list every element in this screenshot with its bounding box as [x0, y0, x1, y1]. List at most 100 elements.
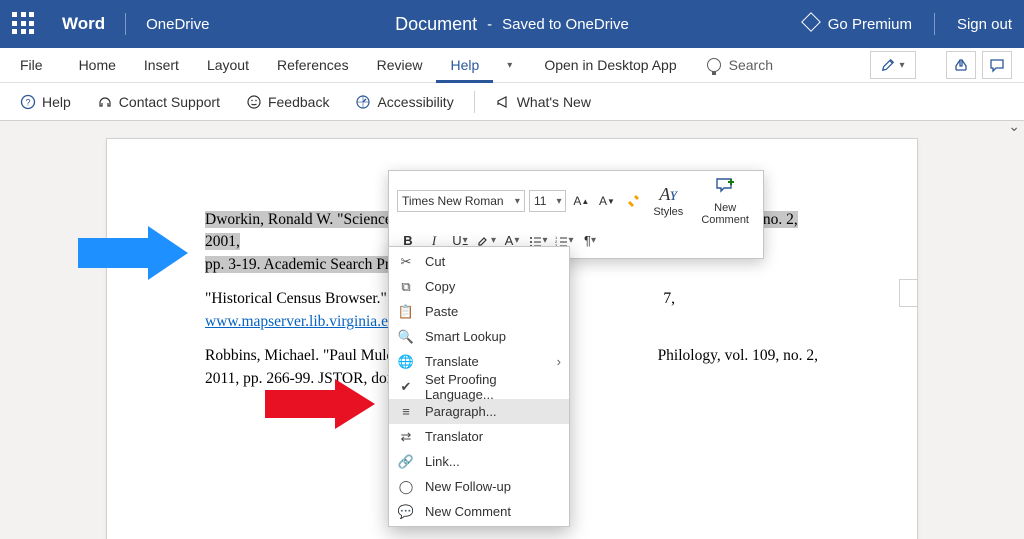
followup-icon: ◯	[397, 479, 415, 495]
p3-text-a: Robbins, Michael. "Paul Muldoo	[205, 347, 410, 364]
title-bar: Word OneDrive Document - Saved to OneDri…	[0, 0, 1024, 48]
format-painter-button[interactable]	[622, 190, 644, 212]
shrink-font-button[interactable]: A▼	[596, 190, 618, 212]
tab-home[interactable]: Home	[65, 48, 130, 83]
smiley-icon	[246, 94, 262, 110]
storage-location[interactable]: OneDrive	[136, 16, 219, 33]
tab-file[interactable]: File	[6, 48, 57, 83]
feedback-label: Feedback	[268, 94, 329, 110]
share-icon	[953, 57, 969, 73]
diamond-icon	[801, 12, 821, 32]
styles-label: Styles	[653, 206, 683, 218]
help-toolbar: ? Help Contact Support Feedback Accessib…	[0, 83, 1024, 121]
styles-icon: Aʏ	[659, 185, 677, 205]
paragraph-mark-button[interactable]: ¶▾	[579, 230, 601, 252]
scissors-icon: ✂	[397, 254, 415, 270]
ctx-translate[interactable]: 🌐 Translate ›	[389, 349, 569, 374]
ctx-smart-lookup[interactable]: 🔍 Smart Lookup	[389, 324, 569, 349]
ctx-followup[interactable]: ◯ New Follow-up	[389, 474, 569, 499]
sign-out-button[interactable]: Sign out	[957, 16, 1012, 33]
pencil-icon	[881, 58, 895, 72]
search-box[interactable]: Search	[695, 57, 785, 73]
headset-icon	[97, 94, 113, 110]
ctx-paragraph-label: Paragraph...	[425, 404, 561, 419]
ctx-followup-label: New Follow-up	[425, 479, 561, 494]
search-icon: 🔍	[397, 329, 415, 345]
tab-more-chevron[interactable]: ▾	[493, 48, 526, 83]
ribbon-tabs: File Home Insert Layout References Revie…	[0, 48, 1024, 83]
paragraph-icon: ≡	[397, 404, 415, 419]
divider	[934, 13, 935, 35]
editing-mode-button[interactable]: ▾	[870, 51, 916, 79]
ctx-paste[interactable]: 📋 Paste	[389, 299, 569, 324]
title-center: Document - Saved to OneDrive	[395, 14, 629, 35]
save-status: Saved to OneDrive	[502, 16, 629, 33]
grow-font-button[interactable]: A▲	[570, 190, 592, 212]
help-button[interactable]: ? Help	[10, 94, 81, 110]
tab-review[interactable]: Review	[363, 48, 437, 83]
ribbon-overflow-chevron[interactable]: ⌄	[1008, 118, 1020, 135]
styles-button[interactable]: Aʏ Styles	[647, 185, 689, 219]
contact-label: Contact Support	[119, 94, 220, 110]
comments-button[interactable]	[982, 51, 1012, 79]
document-name[interactable]: Document	[395, 14, 477, 35]
ctx-cut[interactable]: ✂ Cut	[389, 249, 569, 274]
comment-icon	[989, 57, 1005, 73]
page-nav-stub[interactable]	[899, 279, 917, 307]
app-launcher-icon[interactable]	[12, 12, 36, 36]
accessibility-icon	[355, 94, 371, 110]
contact-support-button[interactable]: Contact Support	[87, 94, 230, 110]
submenu-arrow-icon: ›	[557, 354, 561, 369]
go-premium-button[interactable]: Go Premium	[804, 15, 912, 33]
ctx-cut-label: Cut	[425, 254, 561, 269]
ctx-link-label: Link...	[425, 454, 561, 469]
translate-icon: 🌐	[397, 354, 415, 370]
new-comment-l2: Comment	[701, 214, 749, 226]
paintbrush-icon	[625, 193, 641, 209]
share-button[interactable]	[946, 51, 976, 79]
divider	[125, 13, 126, 35]
chevron-down-icon: ▾	[515, 196, 520, 207]
ctx-paragraph[interactable]: ≡ Paragraph...	[389, 399, 569, 424]
question-icon: ?	[20, 94, 36, 110]
font-family-value: Times New Roman	[402, 194, 504, 208]
search-label: Search	[729, 57, 773, 73]
font-family-select[interactable]: Times New Roman ▾	[397, 190, 525, 212]
ctx-translator[interactable]: ⇄ Translator	[389, 424, 569, 449]
p2-text-b: 7,	[663, 290, 675, 307]
bulb-icon	[707, 58, 721, 72]
tab-references[interactable]: References	[263, 48, 363, 83]
chevron-down-icon: ▾	[556, 196, 561, 207]
translator-icon: ⇄	[397, 429, 415, 445]
go-premium-label: Go Premium	[828, 16, 912, 33]
context-menu: ✂ Cut ⧉ Copy 📋 Paste 🔍 Smart Lookup 🌐 Tr…	[388, 246, 570, 527]
ctx-link[interactable]: 🔗 Link...	[389, 449, 569, 474]
accessibility-label: Accessibility	[377, 94, 453, 110]
tab-layout[interactable]: Layout	[193, 48, 263, 83]
new-comment-l1: New	[714, 202, 736, 214]
ctx-copy-label: Copy	[425, 279, 561, 294]
feedback-button[interactable]: Feedback	[236, 94, 339, 110]
dash: -	[487, 16, 492, 33]
whats-new-button[interactable]: What's New	[485, 94, 601, 110]
tab-insert[interactable]: Insert	[130, 48, 193, 83]
clipboard-icon: 📋	[397, 304, 415, 320]
new-comment-button[interactable]: New Comment	[695, 177, 755, 226]
comment-icon: 💬	[397, 504, 415, 520]
open-in-desktop-button[interactable]: Open in Desktop App	[526, 48, 694, 83]
ctx-translator-label: Translator	[425, 429, 561, 444]
font-size-select[interactable]: 11 ▾	[529, 190, 567, 212]
accessibility-button[interactable]: Accessibility	[345, 94, 463, 110]
ctx-proofing-label: Set Proofing Language...	[425, 372, 561, 402]
ctx-copy[interactable]: ⧉ Copy	[389, 274, 569, 299]
ctx-proofing-language[interactable]: ✔︎ Set Proofing Language...	[389, 374, 569, 399]
tab-help[interactable]: Help	[436, 48, 493, 83]
proofing-icon: ✔︎	[397, 379, 415, 395]
divider	[474, 91, 475, 113]
p2-text-a: "Historical Census Browser." Un	[205, 290, 410, 307]
p2-url[interactable]: www.mapserver.lib.virginia.edu/	[205, 313, 408, 330]
ctx-smart-lookup-label: Smart Lookup	[425, 329, 561, 344]
link-icon: 🔗	[397, 454, 415, 470]
ctx-new-comment[interactable]: 💬 New Comment	[389, 499, 569, 524]
megaphone-icon	[495, 94, 511, 110]
